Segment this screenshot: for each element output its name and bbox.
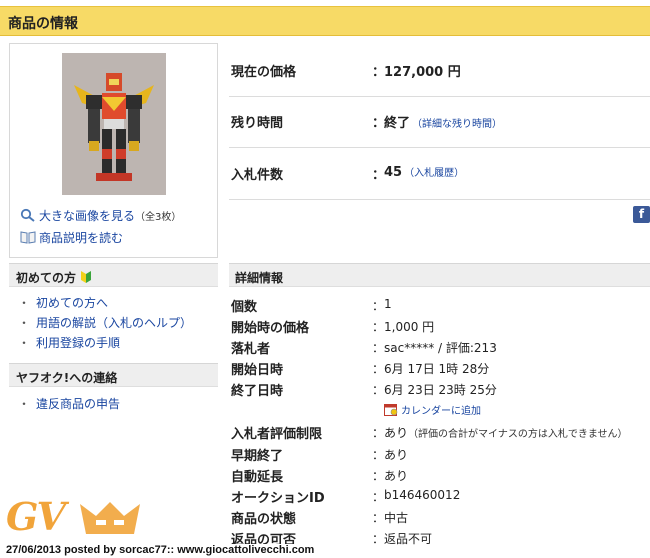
detail-label-early-end: 早期終了 <box>231 449 284 464</box>
colon: ： <box>372 532 385 546</box>
detail-label-auction-id: オークションID <box>231 491 325 506</box>
details-title: 詳細情報 <box>235 271 284 285</box>
remaining-time-text: 終了 <box>384 116 411 131</box>
calendar-icon <box>384 404 398 416</box>
product-image[interactable] <box>62 53 166 195</box>
bid-history-link[interactable]: （入札履歴） <box>404 168 464 179</box>
colon: ： <box>372 511 385 525</box>
bid-count-text: 45 <box>384 165 403 180</box>
detailed-time-link[interactable]: （詳細な残り時間） <box>412 119 502 130</box>
detail-value-bidder-limit: あり（評価の合計がマイナスの方は入札できません） <box>384 424 628 441</box>
detail-label-winner: 落札者 <box>231 342 271 357</box>
divider <box>229 96 650 97</box>
colon: ： <box>372 320 385 334</box>
bidder-limit-note: （評価の合計がマイナスの方は入札できません） <box>408 429 628 440</box>
sidebar-link-glossary-label[interactable]: 用語の解説（入札のヘルプ） <box>36 316 192 330</box>
sidebar-contact-heading: ヤフオク!への連絡 <box>9 363 218 387</box>
detail-value-quantity: 1 <box>384 297 392 311</box>
page-title: 商品の情報 <box>8 16 78 32</box>
watermark-caption: 27/06/2013 posted by sorcac77:: www.gioc… <box>4 544 317 556</box>
sidebar-link-report[interactable]: ・違反商品の申告 <box>18 395 120 412</box>
magnifier-icon <box>20 208 35 222</box>
detail-label-condition: 商品の状態 <box>231 512 297 527</box>
view-large-image-link[interactable]: 大きな画像を見る（全3枚） <box>20 207 181 224</box>
watermark-logo: GV <box>6 494 66 539</box>
current-price-label: 現在の価格 <box>231 65 297 80</box>
sidebar-first-time-heading: 初めての方 <box>9 263 218 287</box>
read-description-label[interactable]: 商品説明を読む <box>39 231 123 245</box>
detail-value-end-time: 6月 23日 23時 25分 <box>384 383 497 397</box>
beginner-mark-icon <box>81 271 92 283</box>
detail-value-returns: 返品不可 <box>384 532 433 546</box>
section-header: 商品の情報 <box>0 6 650 36</box>
detail-value-auction-id: b146460012 <box>384 488 461 502</box>
colon: ： <box>372 448 385 462</box>
details-heading: 詳細情報 <box>229 263 650 287</box>
sidebar-link-report-label[interactable]: 違反商品の申告 <box>36 397 120 411</box>
colon: ： <box>372 469 385 483</box>
sidebar-first-time-title: 初めての方 <box>16 271 77 285</box>
remaining-time-value: 終了 （詳細な残り時間） <box>384 112 502 131</box>
divider <box>229 199 650 200</box>
colon: ： <box>372 299 385 313</box>
colon: ： <box>372 362 385 376</box>
detail-value-early-end: あり <box>384 448 409 462</box>
bid-count-value: 45 （入札履歴） <box>384 164 464 180</box>
detail-label-start-price: 開始時の価格 <box>231 321 310 336</box>
remaining-time-label: 残り時間 <box>231 116 284 131</box>
bidder-limit-text: あり <box>384 426 409 440</box>
read-description-link[interactable]: 商品説明を読む <box>20 229 123 246</box>
detail-label-bidder-limit: 入札者評価制限 <box>231 427 323 442</box>
divider <box>229 147 650 148</box>
detail-label-quantity: 個数 <box>231 300 258 315</box>
detail-label-start-time: 開始日時 <box>231 363 284 378</box>
detail-value-winner: sac***** / 評価:213 <box>384 341 497 355</box>
detail-value-auto-extend: あり <box>384 469 409 483</box>
facebook-share-icon[interactable]: f <box>633 206 650 223</box>
add-to-calendar-label[interactable]: カレンダーに追加 <box>401 406 481 417</box>
sidebar-link-first-time-label[interactable]: 初めての方へ <box>36 296 108 310</box>
image-count: （全3枚） <box>135 212 182 223</box>
detail-label-auto-extend: 自動延長 <box>231 470 284 485</box>
robot-figure-image <box>62 53 166 195</box>
colon: ： <box>372 383 385 397</box>
colon: ： <box>372 341 385 355</box>
sidebar-contact-title: ヤフオク!への連絡 <box>16 371 118 385</box>
sidebar-link-registration-label[interactable]: 利用登録の手順 <box>36 336 120 350</box>
book-icon <box>20 231 36 244</box>
bid-count-label: 入札件数 <box>231 168 284 183</box>
detail-value-start-time: 6月 17日 1時 28分 <box>384 362 490 376</box>
image-panel: 大きな画像を見る（全3枚） 商品説明を読む <box>9 43 218 258</box>
watermark-crown-icon <box>80 502 140 534</box>
add-to-calendar-link[interactable]: カレンダーに追加 <box>384 402 481 417</box>
sidebar-link-first-time[interactable]: ・初めての方へ <box>18 294 108 311</box>
current-price-value: 127,000 円 <box>384 65 461 80</box>
sidebar-link-registration[interactable]: ・利用登録の手順 <box>18 334 120 351</box>
detail-value-condition: 中古 <box>384 511 409 525</box>
detail-value-start-price: 1,000 円 <box>384 320 435 334</box>
view-large-image-label[interactable]: 大きな画像を見る <box>39 209 135 223</box>
sidebar-link-glossary[interactable]: ・用語の解説（入札のヘルプ） <box>18 314 192 331</box>
detail-label-end-time: 終了日時 <box>231 384 284 399</box>
colon: ： <box>372 490 385 504</box>
colon: ： <box>372 426 385 440</box>
